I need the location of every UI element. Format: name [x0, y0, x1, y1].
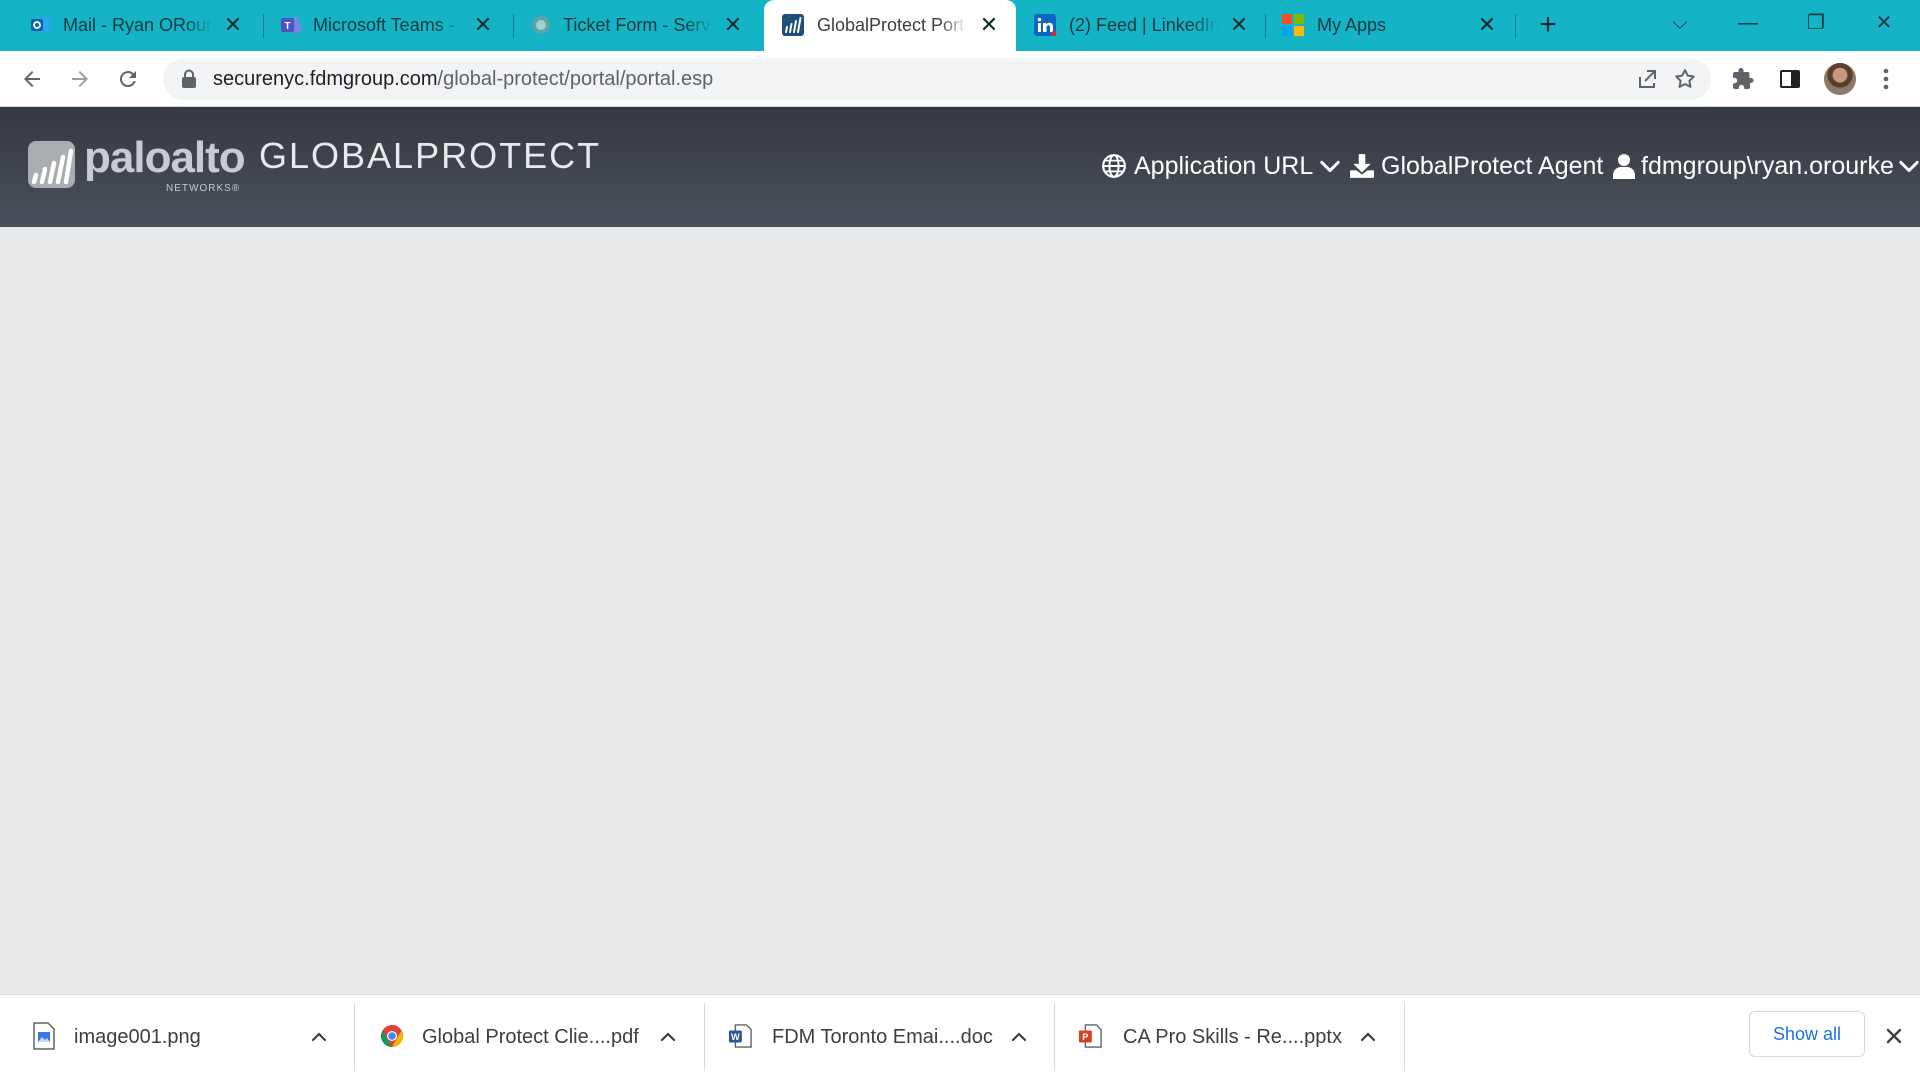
download-icon [1350, 154, 1374, 178]
chrome-pdf-icon [381, 1025, 403, 1047]
new-tab-button[interactable]: + [1533, 10, 1563, 41]
globalprotect-agent-label: GlobalProtect Agent [1381, 151, 1604, 180]
application-url-menu[interactable]: Application URL [1101, 146, 1341, 186]
reload-button[interactable] [112, 63, 144, 95]
share-icon[interactable] [1635, 67, 1659, 91]
powerpoint-icon: P [1078, 1024, 1102, 1048]
download-filename: FDM Toronto Emai....doc [772, 1026, 993, 1048]
tab-search-icon[interactable]: ⌵ [1662, 8, 1698, 38]
download-filename: Global Protect Clie....pdf [422, 1026, 639, 1048]
user-menu[interactable]: fdmgroup\ryan.orourke [1613, 146, 1920, 186]
chevron-down-icon [1899, 160, 1919, 173]
tab-my-apps[interactable]: My Apps ✕ [1264, 0, 1514, 51]
reload-icon [119, 71, 136, 88]
image-file-icon [33, 1022, 55, 1050]
address-bar[interactable]: securenyc.fdmgroup.com/global-protect/po… [163, 58, 1711, 100]
tab-title: My Apps [1317, 15, 1387, 35]
globe-icon [1102, 154, 1126, 178]
portal-content-area [0, 227, 1920, 994]
tab-mail[interactable]: Mail - Ryan ORourke ✕ [10, 0, 260, 51]
paloalto-logo: paloalto NETWORKS® [28, 133, 248, 199]
profile-avatar[interactable] [1824, 63, 1856, 95]
globalprotect-agent-link[interactable]: GlobalProtect Agent [1349, 146, 1603, 186]
lock-icon [182, 69, 196, 88]
tab-linkedin[interactable]: (2) Feed | LinkedIn ✕ [1016, 0, 1266, 51]
url-path: /global-protect/portal/portal.esp [437, 68, 714, 90]
tab-close-icon[interactable]: ✕ [1476, 14, 1498, 36]
chevron-up-icon[interactable] [1005, 1023, 1033, 1051]
microsoft-icon [1282, 14, 1304, 36]
tab-teams[interactable]: T Microsoft Teams - chat ✕ [260, 0, 510, 51]
logo-wordmark: paloalto [84, 133, 246, 182]
chevron-up-icon[interactable] [1354, 1023, 1382, 1051]
close-shelf-icon[interactable] [1880, 1022, 1908, 1050]
back-button[interactable] [16, 63, 48, 95]
download-item[interactable]: P CA Pro Skills - Re....pptx [1050, 995, 1404, 1079]
product-title: GLOBALPROTECT [259, 135, 602, 176]
chevron-down-icon [1320, 160, 1340, 173]
tab-title: Microsoft Teams - chat [313, 15, 463, 35]
tab-title: (2) Feed | LinkedIn [1069, 15, 1219, 35]
download-filename: image001.png [74, 1026, 201, 1048]
tab-title: Mail - Ryan ORourke [63, 15, 213, 35]
tab-title: Ticket Form - Service [563, 15, 713, 35]
browser-toolbar: securenyc.fdmgroup.com/global-protect/po… [0, 51, 1920, 107]
more-vertical-icon [1883, 68, 1889, 90]
download-shelf: image001.png Global Protect Clie....pdf … [0, 994, 1920, 1080]
back-arrow-icon [24, 71, 40, 87]
forward-button[interactable] [64, 63, 96, 95]
word-doc-icon: W [728, 1024, 752, 1048]
svg-text:T: T [284, 21, 290, 32]
user-icon [1613, 154, 1635, 179]
svg-text:W: W [731, 1032, 740, 1042]
close-window-button[interactable]: ✕ [1866, 8, 1902, 38]
chevron-up-icon[interactable] [305, 1023, 333, 1051]
bookmark-star-icon[interactable] [1673, 67, 1697, 91]
user-name-label: fdmgroup\ryan.orourke [1641, 151, 1894, 180]
download-separator [1404, 1003, 1405, 1071]
url-domain: securenyc.fdmgroup.com [213, 68, 438, 90]
tab-close-icon[interactable]: ✕ [978, 14, 1000, 36]
linkedin-icon [1034, 14, 1056, 36]
show-all-downloads-button[interactable]: Show all [1749, 1011, 1865, 1057]
side-panel-button[interactable] [1776, 65, 1804, 93]
tab-close-icon[interactable]: ✕ [722, 14, 744, 36]
application-url-label: Application URL [1134, 151, 1314, 180]
paloalto-logo-mark-icon [28, 141, 75, 188]
tab-separator [1515, 14, 1516, 38]
tab-close-icon[interactable]: ✕ [472, 14, 494, 36]
tab-title: GlobalProtect Portal [817, 15, 967, 35]
service-portal-icon [532, 16, 550, 34]
tab-close-icon[interactable]: ✕ [222, 14, 244, 36]
minimize-button[interactable]: — [1730, 8, 1766, 38]
forward-arrow-icon [72, 71, 88, 87]
logo-subtitle: NETWORKS® [166, 183, 241, 194]
svg-text:P: P [1082, 1032, 1088, 1042]
chevron-up-icon[interactable] [654, 1023, 682, 1051]
url-text: securenyc.fdmgroup.com/global-protect/po… [213, 68, 713, 90]
paloalto-icon [782, 14, 804, 36]
tab-ticket-form[interactable]: Ticket Form - Service ✕ [510, 0, 760, 51]
tab-strip: Mail - Ryan ORourke ✕ T Microsoft Teams … [0, 0, 1920, 51]
side-panel-icon [1780, 70, 1800, 88]
download-item[interactable]: W FDM Toronto Emai....doc [700, 995, 1054, 1079]
tab-close-icon[interactable]: ✕ [1228, 14, 1250, 36]
teams-icon: T [281, 17, 301, 33]
download-item[interactable]: Global Protect Clie....pdf [350, 995, 704, 1079]
puzzle-icon [1733, 68, 1754, 89]
tab-globalprotect[interactable]: GlobalProtect Portal ✕ [764, 0, 1016, 51]
restore-button[interactable]: ❐ [1798, 8, 1834, 38]
outlook-icon [31, 17, 51, 33]
download-filename: CA Pro Skills - Re....pptx [1123, 1026, 1342, 1048]
download-item[interactable]: image001.png [0, 995, 354, 1079]
browser-menu-button[interactable] [1872, 65, 1900, 93]
extensions-button[interactable] [1729, 65, 1757, 93]
